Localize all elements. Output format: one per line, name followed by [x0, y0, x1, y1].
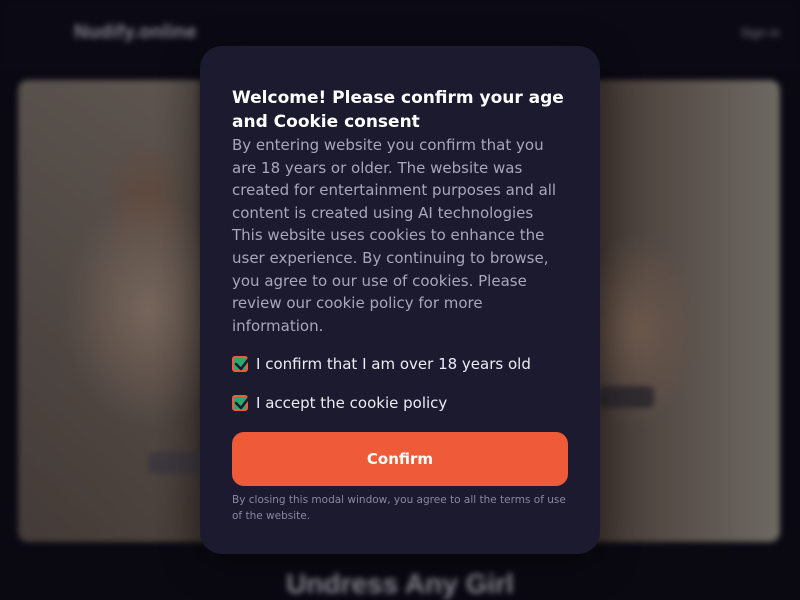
modal-description: By entering website you confirm that you… — [232, 136, 557, 335]
terms-footnote: By closing this modal window, you agree … — [232, 494, 566, 523]
checkmark-icon — [234, 355, 253, 371]
cookie-policy-label: I accept the cookie policy — [256, 394, 448, 413]
cookie-policy-checkbox-row[interactable]: I accept the cookie policy — [232, 392, 568, 414]
consent-modal: Welcome! Please confirm your age and Coo… — [200, 46, 600, 554]
modal-title: Welcome! Please confirm your age and Coo… — [232, 88, 564, 132]
confirm-button[interactable]: Confirm — [232, 432, 568, 487]
age-confirm-label: I confirm that I am over 18 years old — [256, 355, 531, 374]
checkmark-icon — [234, 394, 253, 410]
age-confirm-checkbox[interactable] — [232, 355, 253, 373]
age-confirm-checkbox-row[interactable]: I confirm that I am over 18 years old — [232, 353, 568, 375]
cookie-policy-checkbox[interactable] — [232, 394, 253, 412]
